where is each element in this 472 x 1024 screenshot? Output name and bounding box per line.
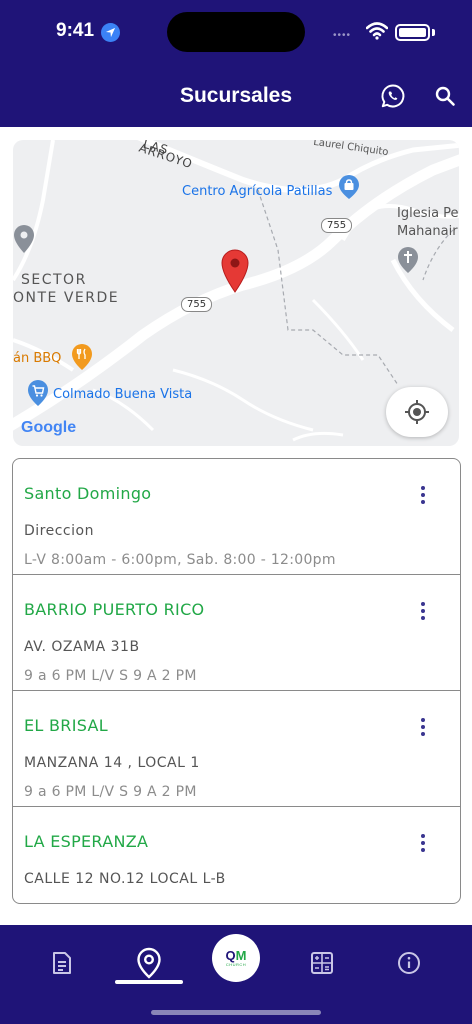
location-arrow-icon bbox=[101, 23, 120, 42]
branch-hours: 9 a 6 PM L/V S 9 A 2 PM bbox=[24, 784, 197, 800]
branches-map[interactable]: LAS ARROYO Laurel Chiquito Centro Agríco… bbox=[13, 140, 459, 446]
logo-letter-q: Q bbox=[225, 948, 236, 963]
dynamic-island bbox=[167, 12, 305, 52]
branch-address: Direccion bbox=[24, 523, 94, 539]
whatsapp-icon bbox=[381, 84, 405, 108]
map-label-sector: SECTOR bbox=[21, 272, 87, 288]
branch-address: MANZANA 14 , LOCAL 1 bbox=[24, 755, 200, 771]
location-pin-icon bbox=[137, 947, 161, 979]
signal-icon: •••• bbox=[333, 30, 352, 41]
more-options-icon[interactable] bbox=[413, 483, 433, 507]
nav-info[interactable] bbox=[387, 941, 431, 985]
map-label-monte-verde: ONTE VERDE bbox=[13, 290, 120, 306]
branch-name: BARRIO PUERTO RICO bbox=[24, 600, 205, 619]
restaurant-pin-icon bbox=[72, 344, 92, 370]
branch-name: LA ESPERANZA bbox=[24, 832, 149, 851]
wifi-icon bbox=[366, 22, 388, 40]
map-label-iglesia: Iglesia Pe bbox=[397, 206, 459, 221]
my-location-button[interactable] bbox=[386, 387, 448, 437]
branch-card[interactable]: Santo Domingo Direccion L-V 8:00am - 6:0… bbox=[13, 459, 460, 575]
branch-card[interactable]: EL BRISAL MANZANA 14 , LOCAL 1 9 a 6 PM … bbox=[13, 691, 460, 807]
logo-subtitle: CHURCH bbox=[225, 962, 247, 967]
branch-pin-icon[interactable] bbox=[220, 249, 250, 293]
nav-documents[interactable] bbox=[40, 941, 84, 985]
active-tab-indicator bbox=[115, 980, 183, 984]
branch-hours: 9 a 6 PM L/V S 9 A 2 PM bbox=[24, 668, 197, 684]
google-logo: Google bbox=[21, 419, 77, 436]
nav-branches[interactable] bbox=[127, 941, 171, 985]
branch-list: Santo Domingo Direccion L-V 8:00am - 6:0… bbox=[12, 458, 461, 904]
road-shield-755-lower: 755 bbox=[181, 297, 213, 312]
crosshair-icon bbox=[405, 400, 429, 424]
branch-card[interactable]: LA ESPERANZA CALLE 12 NO.12 LOCAL L-B bbox=[13, 807, 460, 903]
calculator-icon bbox=[311, 952, 333, 974]
branch-hours: L-V 8:00am - 6:00pm, Sab. 8:00 - 12:00pm bbox=[24, 552, 336, 568]
branch-card[interactable]: BARRIO PUERTO RICO AV. OZAMA 31B 9 a 6 P… bbox=[13, 575, 460, 691]
map-label-centro: Centro Agrícola Patillas bbox=[182, 184, 333, 199]
more-options-icon[interactable] bbox=[413, 831, 433, 855]
home-indicator bbox=[151, 1010, 321, 1015]
whatsapp-button[interactable] bbox=[379, 82, 407, 110]
battery-icon bbox=[395, 24, 430, 41]
qm-logo[interactable]: QM CHURCH bbox=[212, 934, 260, 982]
map-label-bbq: án BBQ bbox=[13, 351, 62, 366]
nav-calculator[interactable] bbox=[300, 941, 344, 985]
info-icon bbox=[398, 952, 420, 974]
document-icon bbox=[53, 952, 71, 974]
search-button[interactable] bbox=[431, 82, 459, 110]
map-label-mahanaim: Mahanair bbox=[397, 224, 458, 239]
shopping-pin-icon bbox=[339, 175, 359, 199]
place-pin-icon bbox=[14, 225, 34, 253]
branch-address: AV. OZAMA 31B bbox=[24, 639, 140, 655]
church-pin-icon bbox=[398, 247, 418, 273]
branch-name: Santo Domingo bbox=[24, 484, 152, 503]
cart-pin-icon bbox=[28, 380, 48, 406]
status-time: 9:41 bbox=[56, 20, 95, 41]
branch-name: EL BRISAL bbox=[24, 716, 108, 735]
more-options-icon[interactable] bbox=[413, 599, 433, 623]
more-options-icon[interactable] bbox=[413, 715, 433, 739]
app-header: 9:41 •••• Sucursales bbox=[0, 0, 472, 127]
bottom-navigation: QM CHURCH bbox=[0, 925, 472, 1024]
search-icon bbox=[435, 86, 455, 106]
logo-letter-m: M bbox=[235, 948, 247, 963]
map-label-colmado: Colmado Buena Vista bbox=[53, 387, 193, 402]
branch-address: CALLE 12 NO.12 LOCAL L-B bbox=[24, 871, 226, 887]
road-shield-755: 755 bbox=[321, 218, 353, 233]
